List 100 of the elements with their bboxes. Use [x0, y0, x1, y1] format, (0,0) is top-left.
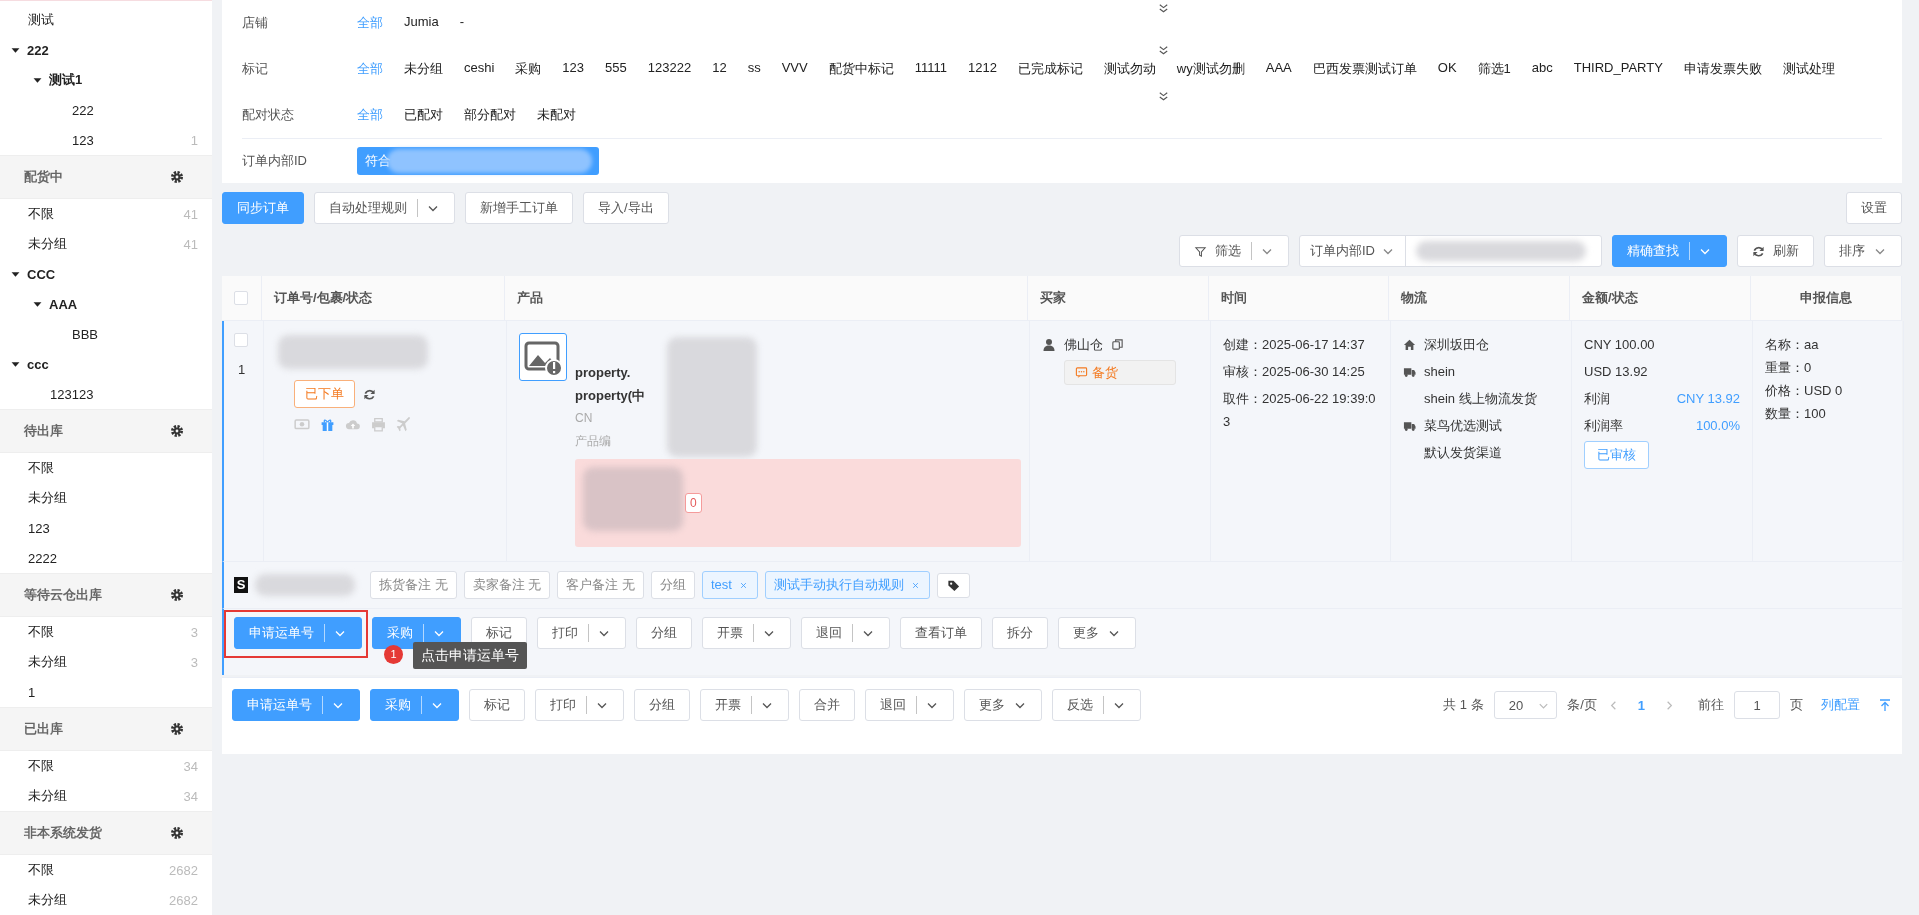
settings-icon[interactable] — [170, 588, 184, 602]
filter-option[interactable]: 1212 — [967, 60, 997, 78]
item-count: 34 — [183, 758, 198, 774]
tree-item[interactable]: 未分组 — [28, 489, 198, 507]
toolbar-button[interactable]: 导入/导出 — [583, 192, 669, 224]
tree-item[interactable]: 未分组 — [28, 891, 170, 909]
filter-option[interactable]: AAA — [1265, 60, 1292, 78]
filter-option[interactable]: abc — [1531, 60, 1553, 78]
bulk-action-button[interactable]: 反选 — [1052, 689, 1141, 721]
amount: USD 13.92 — [1584, 363, 1649, 381]
section-title: 等待云仓出库 — [24, 586, 102, 604]
expand-icon[interactable] — [1157, 2, 1170, 15]
item-count: 2682 — [169, 862, 198, 878]
tree-item[interactable]: 不限 — [28, 459, 198, 477]
note-chip[interactable]: 客户备注 无 — [557, 571, 644, 599]
toolbar-button[interactable]: 自动处理规则 — [314, 192, 455, 224]
filter-option[interactable]: VVV — [781, 60, 808, 78]
filter-option[interactable]: 123222 — [647, 60, 692, 78]
filter-option[interactable]: ceshi — [464, 60, 495, 78]
filter-option[interactable]: 12 — [712, 60, 727, 78]
truck-icon — [1403, 419, 1416, 432]
bulk-action-button[interactable]: 标记 — [469, 689, 525, 721]
page-input[interactable]: 1 — [1734, 691, 1780, 719]
refresh-button[interactable]: 刷新 — [1737, 235, 1814, 267]
filter-option[interactable]: Jumia — [404, 14, 439, 32]
filter-option[interactable]: 配货中标记 — [828, 60, 894, 78]
settings-icon[interactable] — [170, 170, 184, 184]
filter-option[interactable]: ss — [747, 60, 761, 78]
search-field[interactable]: 订单内部ID — [1299, 235, 1602, 267]
bulk-action-button[interactable]: 开票 — [700, 689, 789, 721]
tree-item[interactable]: BBB — [72, 326, 198, 342]
filter-option[interactable]: 巴西发票测试订单 — [1312, 60, 1417, 78]
settings-icon[interactable] — [170, 424, 184, 438]
item-count: 2682 — [169, 892, 198, 908]
tag-button[interactable] — [936, 572, 970, 598]
image-placeholder-icon — [519, 333, 567, 381]
tree-item[interactable]: ccc — [27, 356, 198, 372]
sort-button[interactable]: 排序 — [1824, 235, 1902, 267]
tree-item[interactable]: 不限 — [28, 757, 184, 775]
filter-option[interactable]: THIRD_PARTY — [1573, 60, 1663, 78]
note-chip[interactable]: 卖家备注 无 — [463, 571, 551, 599]
bulk-action-button[interactable]: 分组 — [634, 689, 690, 721]
filter-option[interactable]: 筛选1 — [1477, 60, 1511, 78]
copy-icon[interactable] — [1111, 338, 1124, 351]
tree-item[interactable]: CCC — [27, 266, 198, 282]
tree-item[interactable]: 222 — [72, 102, 198, 118]
note-chip[interactable]: 分组 — [650, 571, 695, 599]
tree-item[interactable]: AAA — [49, 296, 198, 312]
filter-option[interactable]: 测试勿动 — [1103, 60, 1156, 78]
filter-option[interactable]: 已配对 — [404, 106, 443, 124]
settings-icon[interactable] — [170, 722, 184, 736]
filter-option[interactable]: wy测试勿删 — [1176, 60, 1245, 78]
note-chip[interactable]: 拣货备注 无 — [370, 571, 457, 599]
bulk-action-button[interactable]: 打印 — [535, 689, 624, 721]
filter-option[interactable]: 未分组 — [404, 60, 443, 78]
bulk-action-button[interactable]: 更多 — [964, 689, 1042, 721]
action-button[interactable]: 退回 — [801, 617, 890, 649]
page-size-select[interactable]: 20 — [1493, 691, 1558, 719]
tree-item[interactable]: 未分组 — [28, 787, 184, 805]
expand-icon[interactable] — [1157, 44, 1170, 57]
tree-item[interactable]: 不限 — [28, 623, 191, 641]
filter-option[interactable]: 11111 — [914, 60, 947, 78]
bulk-action-button[interactable]: 退回 — [865, 689, 954, 721]
checkbox[interactable] — [234, 333, 248, 347]
action-button[interactable]: 分组 — [636, 617, 692, 649]
filter-option[interactable]: 测试处理 — [1782, 60, 1835, 78]
filter-button[interactable]: 筛选 — [1179, 235, 1289, 267]
filter-option[interactable]: 已完成标记 — [1017, 60, 1083, 78]
tree-item[interactable]: 未分组 — [28, 653, 191, 671]
filter-option[interactable]: 采购 — [515, 60, 542, 78]
bulk-action-button[interactable]: 合并 — [799, 689, 855, 721]
action-button[interactable]: 开票 — [702, 617, 791, 649]
tree-item[interactable]: 不限 — [28, 861, 170, 879]
filter-option[interactable]: OK — [1437, 60, 1457, 78]
tree-item[interactable]: 123 — [28, 520, 198, 536]
tree-item[interactable]: 123123 — [50, 386, 198, 402]
tree-item[interactable]: 2222 — [28, 550, 198, 566]
settings-button[interactable]: 设置 — [1846, 192, 1902, 224]
expand-icon[interactable] — [1157, 90, 1170, 103]
filter-option[interactable]: - — [459, 14, 465, 32]
tree-item[interactable]: 未分组 — [28, 235, 184, 253]
toolbar-button[interactable]: 新增手工订单 — [465, 192, 573, 224]
action-button[interactable]: 更多 — [1058, 617, 1136, 649]
checkbox[interactable] — [234, 291, 248, 305]
settings-icon[interactable] — [170, 826, 184, 840]
tree-item[interactable]: 测试1 — [49, 71, 198, 89]
action-button[interactable]: 拆分 — [992, 617, 1048, 649]
filter-option[interactable]: 555 — [605, 60, 627, 78]
filter-option[interactable]: 部分配对 — [464, 106, 516, 124]
action-button[interactable]: 查看订单 — [900, 617, 982, 649]
tree-item[interactable]: 222 — [27, 42, 198, 58]
action-button[interactable]: 打印 — [537, 617, 626, 649]
filter-option[interactable]: 未配对 — [537, 106, 576, 124]
tree-item[interactable]: 123 — [72, 132, 191, 148]
filter-option[interactable]: 123 — [562, 60, 585, 78]
margin-label: 利润率 — [1584, 417, 1623, 435]
filter-option[interactable]: 申请发票失败 — [1683, 60, 1762, 78]
tree-item[interactable]: 不限 — [28, 205, 184, 223]
tree-item[interactable]: 测试 — [28, 11, 198, 29]
tree-item[interactable]: 1 — [28, 684, 198, 700]
